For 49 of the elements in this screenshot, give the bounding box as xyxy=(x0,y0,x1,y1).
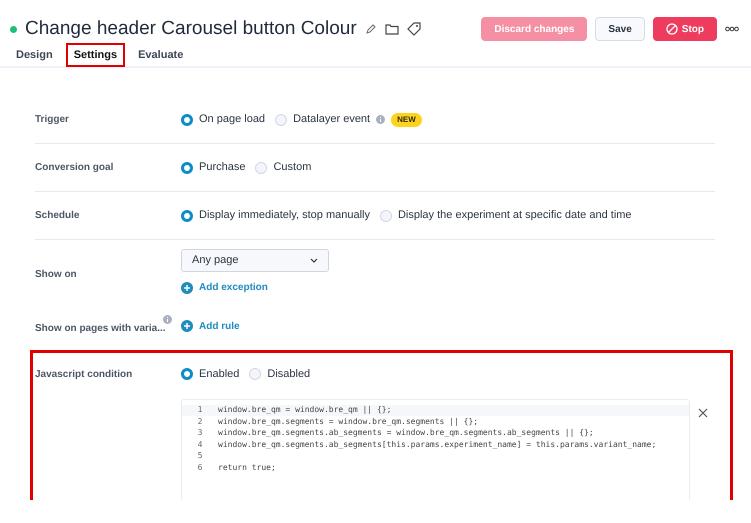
add-exception-link[interactable]: Add exception xyxy=(181,280,268,295)
code-line: return true; xyxy=(218,462,276,474)
chevron-down-icon xyxy=(310,258,318,263)
stop-button[interactable]: Stop xyxy=(652,17,717,41)
setting-label: Show on xyxy=(35,268,77,280)
dropdown-value: Any page xyxy=(192,253,238,268)
close-icon xyxy=(698,408,708,418)
save-button[interactable]: Save xyxy=(595,17,645,41)
radio-label: On page load xyxy=(199,112,266,128)
line-number: 2 xyxy=(196,416,204,428)
line-number: 1 xyxy=(196,404,204,416)
line-number: 3 xyxy=(196,427,204,440)
line-number: 5 xyxy=(196,450,204,462)
add-rule-link[interactable]: Add rule xyxy=(181,318,240,334)
setting-label: Schedule xyxy=(35,210,80,221)
code-line: window.bre_qm.segments = window.bre_qm.segments || {}; xyxy=(218,416,478,428)
tab[interactable]: Design xyxy=(8,43,61,67)
new-badge: NEW xyxy=(391,112,422,126)
radio-button[interactable] xyxy=(181,368,193,380)
folder-icon[interactable] xyxy=(384,23,399,35)
setting-label: Trigger xyxy=(35,114,69,125)
tag-icon[interactable] xyxy=(406,22,421,36)
radio-label: Enabled xyxy=(199,367,240,382)
code-line: window.bre_qm = window.bre_qm || {}; xyxy=(218,404,392,416)
setting-label: Show on pages with varia... xyxy=(35,322,166,334)
radio-button[interactable] xyxy=(181,210,193,222)
stop-icon xyxy=(666,23,678,35)
more-icon[interactable] xyxy=(725,26,739,32)
line-number: 6 xyxy=(196,462,204,474)
plus-icon xyxy=(181,320,193,332)
setting-label: Javascript condition xyxy=(35,369,132,380)
radio-button[interactable] xyxy=(181,114,193,126)
setting-label: Conversion goal xyxy=(35,162,114,173)
page-title: Change header Carousel button Colour xyxy=(25,16,357,41)
code-line: window.bre_qm.segments.ab_segments = window.bre_qm.segments.ab_segments || {}; xyxy=(218,427,594,440)
line-number: 4 xyxy=(196,438,204,451)
tab[interactable]: Settings xyxy=(66,43,126,67)
code-line: window.bre_qm.segments.ab_segments[this.params.experiment_name] = this.params.variant_name; xyxy=(218,438,656,451)
radio-label: Purchase xyxy=(199,160,246,176)
plus-icon xyxy=(181,282,193,294)
dropdown[interactable]: Any page xyxy=(181,249,329,272)
pencil-icon[interactable] xyxy=(364,23,377,35)
tab[interactable]: Evaluate xyxy=(130,43,192,67)
radio-label: Custom xyxy=(273,160,312,176)
radio-label: Display immediately, stop manually xyxy=(199,208,370,224)
radio-button[interactable] xyxy=(181,162,193,174)
radio-label: Datalayer event xyxy=(293,112,370,128)
radio-label: Disabled xyxy=(267,367,310,382)
radio-label: Display the experiment at specific date and time xyxy=(398,208,632,224)
